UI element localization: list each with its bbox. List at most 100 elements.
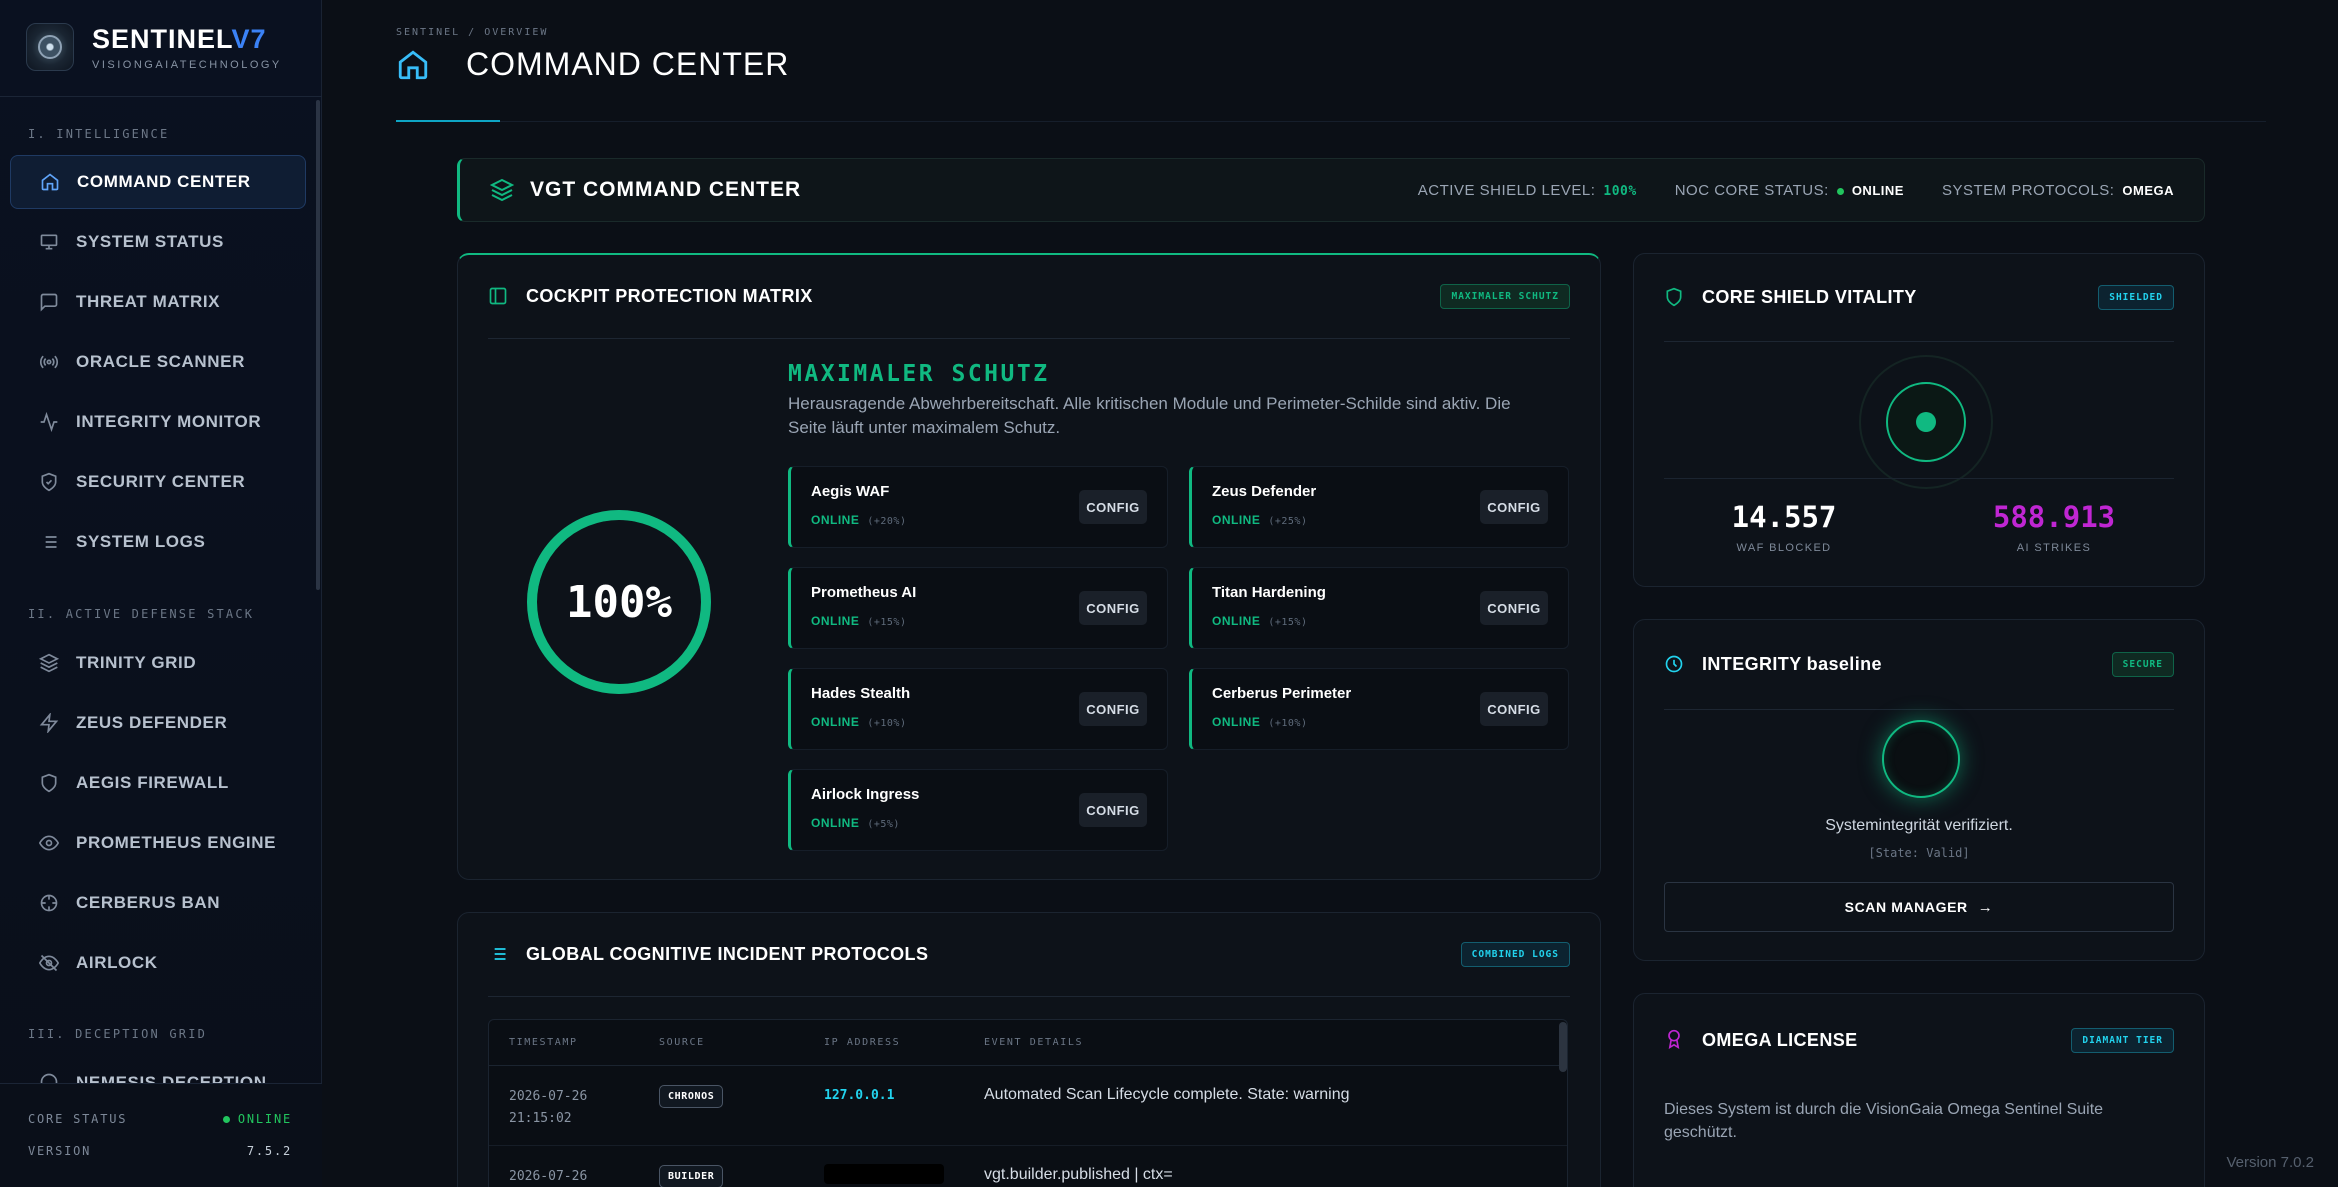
- source-badge: BUILDER: [659, 1165, 724, 1187]
- sidebar-item-label: AIRLOCK: [76, 953, 158, 972]
- sidebar-item-threat-matrix[interactable]: THREAT MATRIX: [10, 275, 306, 329]
- banner-stats: ACTIVE SHIELD LEVEL: 100% NOC CORE STATUS…: [1418, 182, 2174, 199]
- sidebar-item-cerberus-ban[interactable]: CERBERUS BAN: [10, 876, 306, 930]
- noc-core-status: NOC CORE STATUS: ONLINE: [1674, 181, 1904, 199]
- logs-badge: COMBINED LOGS: [1460, 942, 1570, 967]
- sidebar-scrollbar[interactable]: [316, 100, 320, 590]
- sidebar: SENTINELV7 VISIONGAIATECHNOLOGY I. INTEL…: [0, 0, 322, 1187]
- table-row[interactable]: 2026-07-26 21:15:02 CHRONOS 127.0.0.1 Aut…: [489, 1066, 1567, 1146]
- shield-check-icon: [38, 471, 60, 493]
- config-button[interactable]: CONFIG: [1480, 591, 1548, 625]
- list-icon: [488, 944, 510, 966]
- sidebar-item-prometheus-engine[interactable]: PROMETHEUS ENGINE: [10, 816, 306, 870]
- award-icon: [1664, 1029, 1686, 1051]
- module-card-hades-stealth: Hades Stealth ONLINE (+10%) CONFIG: [788, 668, 1168, 750]
- config-button[interactable]: CONFIG: [1079, 793, 1147, 827]
- header-accent-bar: [396, 120, 500, 122]
- brand[interactable]: SENTINELV7 VISIONGAIATECHNOLOGY: [26, 22, 282, 72]
- shield-icon: [1664, 287, 1686, 309]
- status-dot-icon: [1836, 187, 1844, 195]
- layers-icon: [489, 178, 515, 202]
- event-details: Automated Scan Lifecycle complete. State…: [984, 1086, 1350, 1103]
- incident-table: TIMESTAMP SOURCE IP ADDRESS EVENT DETAIL…: [488, 1019, 1568, 1187]
- layers-icon: [38, 652, 60, 674]
- integrity-indicator: [1882, 720, 1960, 798]
- version-label: Version 7.0.2: [2226, 1154, 2314, 1171]
- module-card-titan-hardening: Titan Hardening ONLINE (+15%) CONFIG: [1189, 567, 1569, 649]
- sidebar-item-label: CERBERUS BAN: [76, 893, 221, 912]
- config-button[interactable]: CONFIG: [1480, 692, 1548, 726]
- redacted-ip: [824, 1164, 944, 1184]
- module-status: ONLINE (+10%): [1212, 715, 1308, 729]
- omega-license-panel: OMEGA LICENSE DIAMANT TIER Dieses System…: [1633, 993, 2205, 1187]
- panel-header: COCKPIT PROTECTION MATRIX MAXIMALER SCHU…: [488, 255, 1570, 339]
- page-title: COMMAND CENTER: [466, 46, 790, 82]
- module-status: ONLINE (+20%): [811, 513, 907, 527]
- eye-icon: [38, 832, 60, 854]
- core-shield-panel: CORE SHIELD VITALITY SHIELDED 14.557 WAF…: [1633, 253, 2205, 587]
- version-row: VERSION 7.5.2: [28, 1144, 292, 1158]
- panel-title: COCKPIT PROTECTION MATRIX: [526, 286, 813, 306]
- ai-strikes-metric: 588.913 AI STRIKES: [1992, 500, 2116, 554]
- sidebar-item-label: TRINITY GRID: [76, 653, 197, 672]
- sidebar-item-nemesis-deception[interactable]: NEMESIS DECEPTION: [10, 1056, 306, 1083]
- config-button[interactable]: CONFIG: [1079, 490, 1147, 524]
- panel-header: GLOBAL COGNITIVE INCIDENT PROTOCOLS COMB…: [488, 913, 1570, 997]
- integrity-message: Systemintegrität verifiziert.: [1825, 817, 2013, 834]
- sidebar-item-label: ZEUS DEFENDER: [76, 713, 228, 732]
- arrow-right-icon: →: [1977, 898, 1994, 916]
- sidebar-layout-icon: [488, 286, 510, 308]
- module-card-zeus-defender: Zeus Defender ONLINE (+25%) CONFIG: [1189, 466, 1569, 548]
- status-dot-icon: [222, 1116, 230, 1123]
- timestamp: 2026-07-26 21:15:02: [509, 1089, 588, 1126]
- sidebar-section-intelligence: I. INTELLIGENCE: [28, 127, 170, 141]
- sidebar-item-trinity-grid[interactable]: TRINITY GRID: [10, 636, 306, 690]
- sidebar-item-label: COMMAND CENTER: [77, 172, 251, 191]
- config-button[interactable]: CONFIG: [1480, 490, 1548, 524]
- sidebar-item-label: THREAT MATRIX: [76, 292, 221, 311]
- integrity-state: [State: Valid]: [1868, 846, 1970, 860]
- sidebar-item-label: ORACLE SCANNER: [76, 352, 245, 371]
- tier-badge: DIAMANT TIER: [2071, 1027, 2174, 1053]
- eye-off-icon: [38, 952, 60, 974]
- panel-title: INTEGRITY baseline: [1702, 654, 1882, 674]
- license-text: Dieses System ist durch die VisionGaia O…: [1664, 1101, 2104, 1141]
- system-protocols: SYSTEM PROTOCOLS: OMEGA: [1941, 181, 2174, 199]
- sidebar-item-command-center[interactable]: COMMAND CENTER: [10, 155, 306, 209]
- ip-address: 127.0.0.1: [824, 1088, 895, 1103]
- active-shield-level: ACTIVE SHIELD LEVEL: 100%: [1417, 181, 1637, 199]
- sidebar-item-aegis-firewall[interactable]: AEGIS FIREWALL: [10, 756, 306, 810]
- divider: [1664, 478, 2174, 479]
- sidebar-item-integrity-monitor[interactable]: INTEGRITY MONITOR: [10, 395, 306, 449]
- sidebar-item-system-status[interactable]: SYSTEM STATUS: [10, 215, 306, 269]
- cockpit-protection-panel: COCKPIT PROTECTION MATRIX MAXIMALER SCHU…: [457, 253, 1601, 880]
- table-scrollbar[interactable]: [1559, 1022, 1567, 1072]
- home-icon: [39, 171, 61, 193]
- shield-icon: [38, 772, 60, 794]
- table-row[interactable]: 2026-07-26 BUILDER vgt.builder.published…: [489, 1146, 1567, 1187]
- sidebar-section-active-defense: II. ACTIVE DEFENSE STACK: [28, 607, 255, 621]
- ghost-icon: [38, 1071, 60, 1083]
- header-divider: [396, 121, 2266, 122]
- banner-title: VGT COMMAND CENTER: [530, 178, 802, 201]
- panel-header: INTEGRITY baseline SECURE: [1664, 620, 2174, 710]
- config-button[interactable]: CONFIG: [1079, 591, 1147, 625]
- sidebar-item-airlock[interactable]: AIRLOCK: [10, 936, 306, 990]
- sidebar-item-label: SYSTEM STATUS: [76, 232, 224, 251]
- sidebar-item-zeus-defender[interactable]: ZEUS DEFENDER: [10, 696, 306, 750]
- scan-manager-button[interactable]: SCAN MANAGER →: [1664, 882, 2174, 932]
- crosshair-icon: [38, 892, 60, 914]
- radio-icon: [38, 351, 60, 373]
- protection-ring: 100%: [524, 507, 714, 697]
- zap-icon: [38, 712, 60, 734]
- sidebar-item-system-logs[interactable]: SYSTEM LOGS: [10, 515, 306, 569]
- protection-percentage: 100%: [566, 576, 672, 628]
- module-card-cerberus-perimeter: Cerberus Perimeter ONLINE (+10%) CONFIG: [1189, 668, 1569, 750]
- module-status: ONLINE (+5%): [811, 816, 900, 830]
- sidebar-item-oracle-scanner[interactable]: ORACLE SCANNER: [10, 335, 306, 389]
- page-header: COMMAND CENTER: [396, 46, 789, 83]
- sidebar-item-label: NEMESIS DECEPTION: [76, 1073, 267, 1083]
- sidebar-item-security-center[interactable]: SECURITY CENTER: [10, 455, 306, 509]
- config-button[interactable]: CONFIG: [1079, 692, 1147, 726]
- clock-icon: [1664, 654, 1686, 676]
